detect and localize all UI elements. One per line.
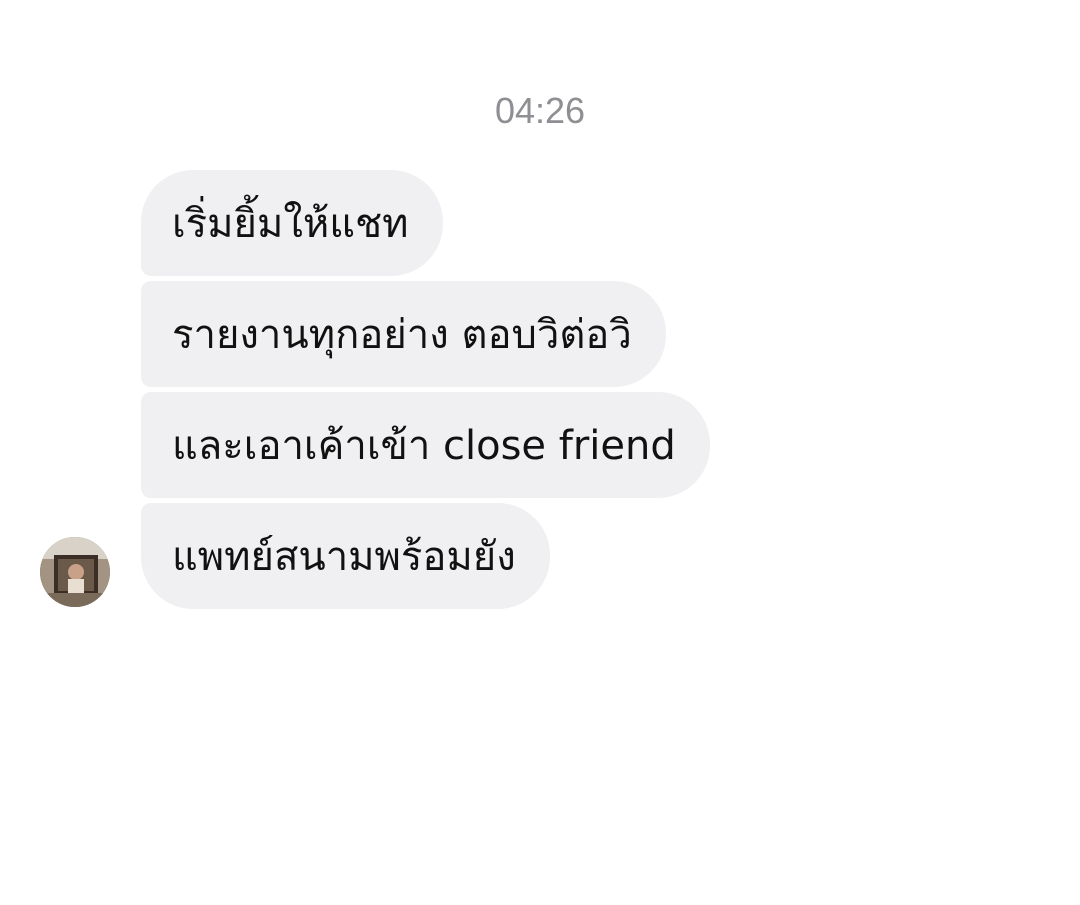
message-group: เริ่มยิ้มให้แชท รายงานทุกอย่าง ตอบวิต่อว… xyxy=(141,170,841,609)
message-bubble[interactable]: รายงานทุกอย่าง ตอบวิต่อวิ xyxy=(141,281,666,387)
message-row: รายงานทุกอย่าง ตอบวิต่อวิ xyxy=(141,281,841,387)
message-row: และเอาเค้าเข้า close friend xyxy=(141,392,841,498)
message-bubble[interactable]: และเอาเค้าเข้า close friend xyxy=(141,392,710,498)
chat-timestamp: 04:26 xyxy=(494,90,586,131)
message-row: แพทย์สนามพร้อมยัง xyxy=(141,503,841,609)
profile-photo-icon xyxy=(40,537,110,607)
sender-avatar[interactable] xyxy=(40,537,110,607)
message-bubble[interactable]: แพทย์สนามพร้อมยัง xyxy=(141,503,550,609)
message-row: เริ่มยิ้มให้แชท xyxy=(141,170,841,276)
message-bubble[interactable]: เริ่มยิ้มให้แชท xyxy=(141,170,443,276)
